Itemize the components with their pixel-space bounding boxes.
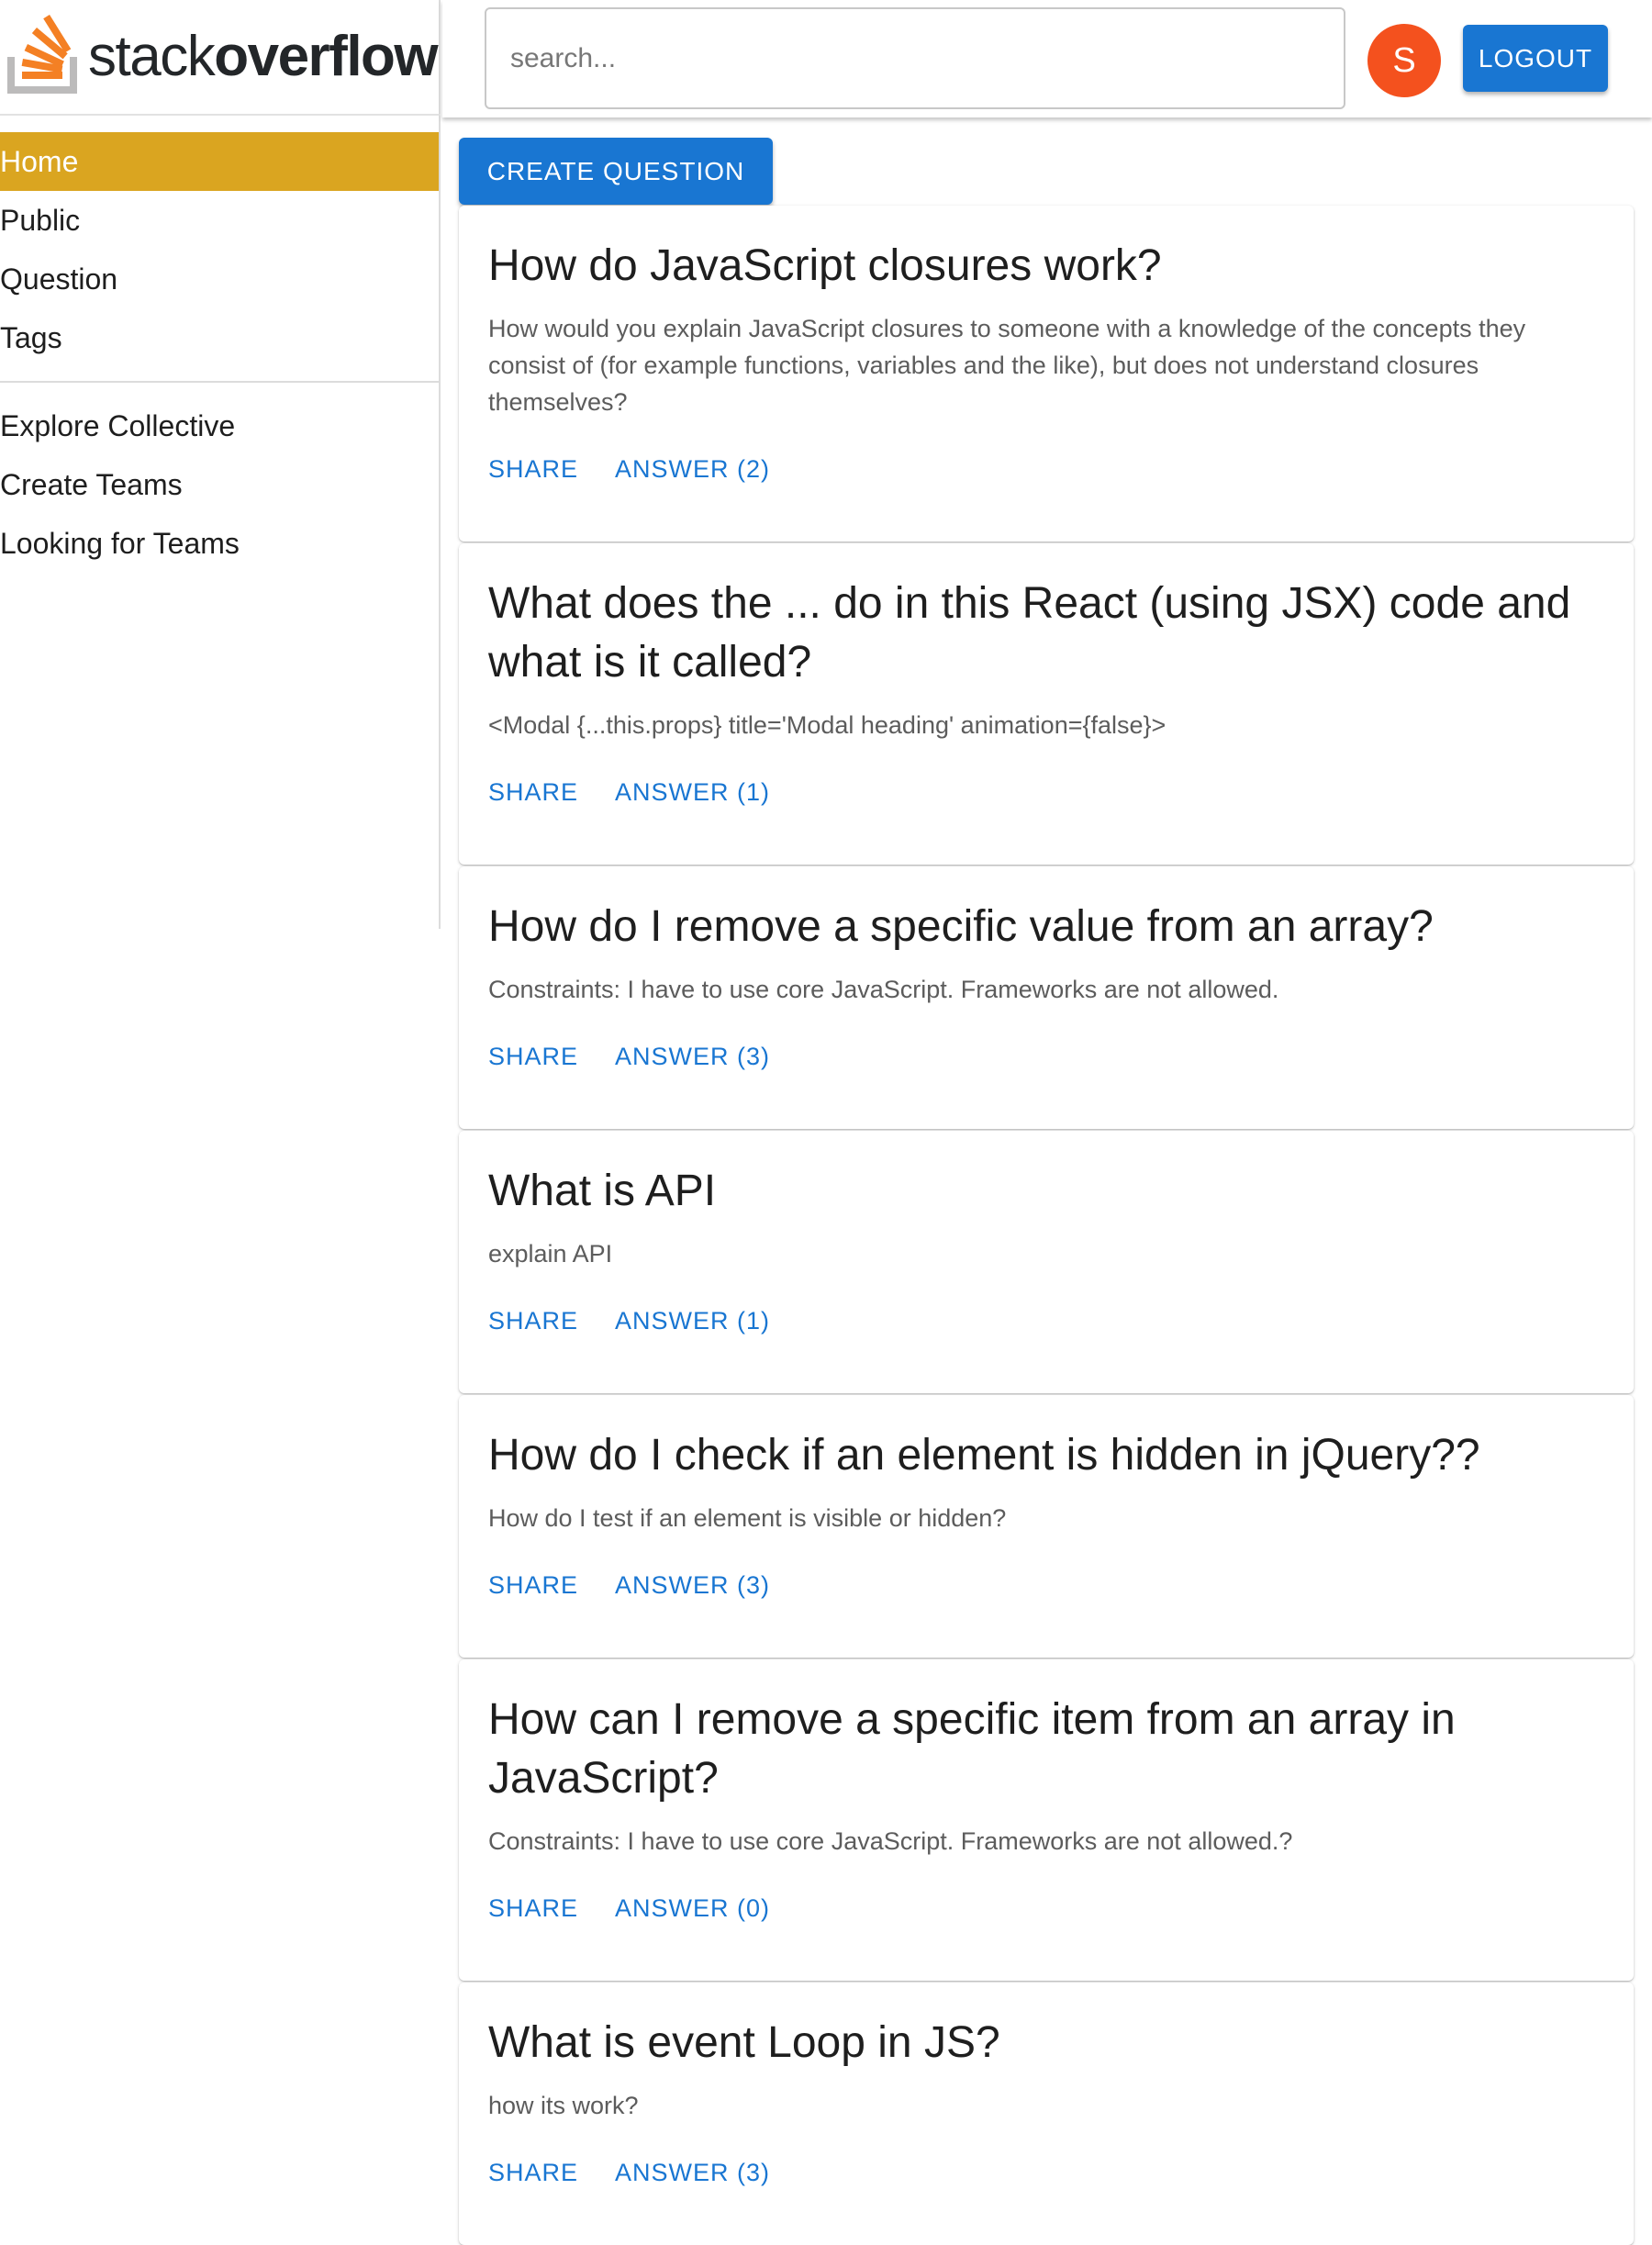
sidebar-item-question[interactable]: Question bbox=[0, 250, 439, 308]
logout-button[interactable]: LOGOUT bbox=[1463, 25, 1608, 92]
sidebar-item-create-teams[interactable]: Create Teams bbox=[0, 455, 439, 514]
sidebar-item-public[interactable]: Public bbox=[0, 191, 439, 250]
answer-button[interactable]: ANSWER (3) bbox=[615, 2159, 770, 2187]
question-actions: SHARE ANSWER (3) bbox=[488, 1536, 1604, 1658]
question-body: How would you explain JavaScript closure… bbox=[488, 315, 1526, 416]
stackoverflow-logo[interactable]: stackoverflow bbox=[0, 0, 441, 116]
question-title[interactable]: How can I remove a specific item from an… bbox=[488, 1691, 1604, 1808]
answer-button[interactable]: ANSWER (1) bbox=[615, 1307, 770, 1335]
question-body: how its work? bbox=[488, 2092, 639, 2119]
question-title[interactable]: What does the ... do in this React (usin… bbox=[488, 575, 1604, 692]
question-actions: SHARE ANSWER (2) bbox=[488, 420, 1604, 542]
question-title[interactable]: What is event Loop in JS? bbox=[488, 2014, 1604, 2072]
sidebar-item-explore-collective[interactable]: Explore Collective bbox=[0, 397, 439, 455]
primary-nav: Home Public Question Tags bbox=[0, 132, 439, 367]
question-card: How can I remove a specific item from an… bbox=[459, 1659, 1634, 1981]
answer-button[interactable]: ANSWER (2) bbox=[615, 455, 770, 484]
stackoverflow-wordmark: stackoverflow bbox=[88, 24, 439, 90]
question-body: How do I test if an element is visible o… bbox=[488, 1504, 1007, 1532]
sidebar-item-home[interactable]: Home bbox=[0, 132, 439, 191]
question-actions: SHARE ANSWER (1) bbox=[488, 743, 1604, 865]
share-button[interactable]: SHARE bbox=[488, 778, 578, 807]
create-question-button[interactable]: CREATE QUESTION bbox=[459, 138, 773, 205]
secondary-nav: Explore Collective Create Teams Looking … bbox=[0, 397, 439, 573]
question-card: How do I check if an element is hidden i… bbox=[459, 1395, 1634, 1658]
question-actions: SHARE ANSWER (0) bbox=[488, 1860, 1604, 1981]
wordmark-overflow: overflow bbox=[214, 25, 438, 88]
question-card: What does the ... do in this React (usin… bbox=[459, 543, 1634, 865]
question-body: <Modal {...this.props} title='Modal head… bbox=[488, 711, 1166, 739]
question-card: How do JavaScript closures work? How wou… bbox=[459, 206, 1634, 542]
share-button[interactable]: SHARE bbox=[488, 455, 578, 484]
search-input[interactable] bbox=[485, 7, 1345, 109]
sidebar-item-tags[interactable]: Tags bbox=[0, 308, 439, 367]
share-button[interactable]: SHARE bbox=[488, 1043, 578, 1071]
question-card: What is event Loop in JS? how its work? … bbox=[459, 1983, 1634, 2245]
wordmark-stack: stack bbox=[88, 25, 216, 88]
share-button[interactable]: SHARE bbox=[488, 1571, 578, 1600]
user-avatar[interactable]: S bbox=[1367, 24, 1441, 97]
answer-button[interactable]: ANSWER (0) bbox=[615, 1894, 770, 1923]
question-card: How do I remove a specific value from an… bbox=[459, 866, 1634, 1129]
question-title[interactable]: How do I remove a specific value from an… bbox=[488, 898, 1604, 956]
share-button[interactable]: SHARE bbox=[488, 1307, 578, 1335]
question-list: How do JavaScript closures work? How wou… bbox=[459, 206, 1634, 2245]
question-actions: SHARE ANSWER (3) bbox=[488, 2124, 1604, 2245]
question-title[interactable]: What is API bbox=[488, 1162, 1604, 1221]
stackoverflow-logo-icon bbox=[7, 15, 77, 94]
answer-button[interactable]: ANSWER (1) bbox=[615, 778, 770, 807]
sidebar-divider bbox=[0, 381, 439, 383]
question-body: Constraints: I have to use core JavaScri… bbox=[488, 1827, 1293, 1855]
answer-button[interactable]: ANSWER (3) bbox=[615, 1043, 770, 1071]
question-actions: SHARE ANSWER (3) bbox=[488, 1008, 1604, 1129]
sidebar-item-looking-for-teams[interactable]: Looking for Teams bbox=[0, 514, 439, 573]
sidebar: stackoverflow Home Public Question Tags … bbox=[0, 0, 441, 929]
top-header: S LOGOUT bbox=[442, 0, 1652, 117]
question-actions: SHARE ANSWER (1) bbox=[488, 1272, 1604, 1393]
share-button[interactable]: SHARE bbox=[488, 2159, 578, 2187]
question-body: explain API bbox=[488, 1240, 613, 1268]
question-body: Constraints: I have to use core JavaScri… bbox=[488, 976, 1279, 1003]
question-title[interactable]: How do I check if an element is hidden i… bbox=[488, 1426, 1604, 1485]
question-card: What is API explain API SHARE ANSWER (1) bbox=[459, 1131, 1634, 1393]
question-title[interactable]: How do JavaScript closures work? bbox=[488, 237, 1604, 296]
answer-button[interactable]: ANSWER (3) bbox=[615, 1571, 770, 1600]
share-button[interactable]: SHARE bbox=[488, 1894, 578, 1923]
